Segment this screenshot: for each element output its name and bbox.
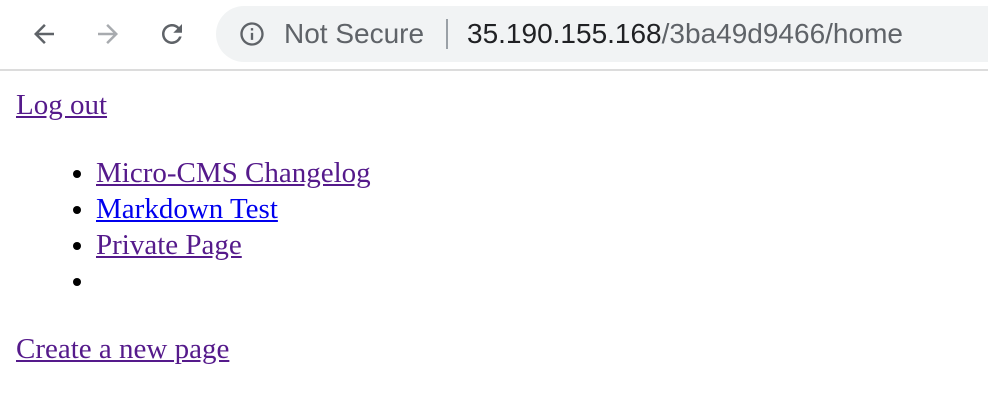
omnibox-divider [446,19,448,49]
list-item: Micro-CMS Changelog [96,155,988,191]
forward-button[interactable] [88,14,128,54]
list-item: Private Page [96,227,988,263]
security-label[interactable]: Not Secure [284,20,424,48]
create-page-link[interactable]: Create a new page [16,333,229,365]
page-link-micro-cms-changelog[interactable]: Micro-CMS Changelog [96,157,371,189]
info-icon[interactable] [238,20,266,48]
arrow-left-icon [34,24,54,44]
page-content: Log out Micro-CMS Changelog Markdown Tes… [0,71,988,367]
page-link-private-page[interactable]: Private Page [96,229,242,261]
address-bar[interactable]: Not Secure 35.190.155.168/3ba49d9466/hom… [216,6,988,62]
list-item-empty [96,263,988,299]
arrow-right-icon [98,24,118,44]
logout-link[interactable]: Log out [16,89,107,121]
url-host: 35.190.155.168 [467,18,662,49]
reload-icon [162,24,182,44]
page-link-markdown-test[interactable]: Markdown Test [96,193,278,225]
page-list: Micro-CMS Changelog Markdown Test Privat… [16,155,988,299]
url-text[interactable]: 35.190.155.168/3ba49d9466/home [467,20,903,48]
url-path: /3ba49d9466/home [661,18,903,49]
reload-button[interactable] [152,14,192,54]
list-item: Markdown Test [96,191,988,227]
browser-toolbar: Not Secure 35.190.155.168/3ba49d9466/hom… [0,0,988,71]
back-button[interactable] [24,14,64,54]
